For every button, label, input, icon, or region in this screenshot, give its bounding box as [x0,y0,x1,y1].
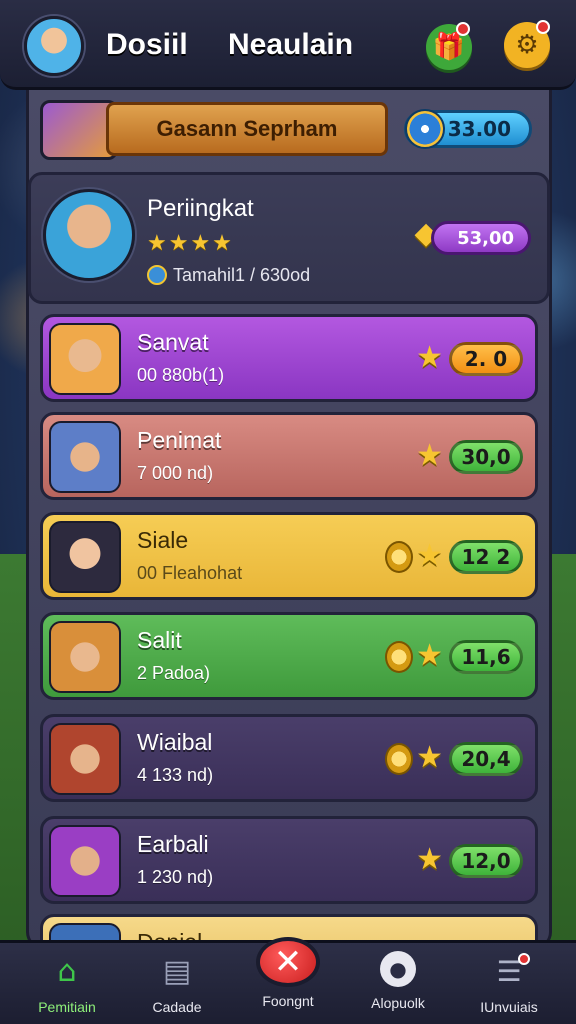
list-item[interactable]: Wiaibal 4 133 nd) ★ 20,4 [40,714,538,802]
profile-icon: ● [380,951,416,987]
row-value: 20,4 [449,742,523,776]
list-item[interactable]: Sanvat 00 880b(1) ★ 2. 0 [40,314,538,402]
row-name: Wiaibal [137,729,213,755]
star-icon: ★ [416,438,443,473]
row-subtitle: 00 Fleahohat [137,563,243,583]
player-avatar [43,189,135,281]
notification-dot [536,20,550,34]
row-name: Penimat [137,427,222,453]
row-value: 12,0 [449,844,523,878]
user-avatar[interactable] [24,16,84,76]
row-name: Siale [137,527,189,553]
gift-button[interactable]: 🎁 [426,22,472,70]
coin-icon [385,743,413,775]
row-name: Sanvat [137,329,209,355]
list-item[interactable]: Salit 2 Padoa) ★ 11,6 [40,612,538,700]
list-item[interactable]: Penimat 7 000 nd) ★ 30,0 [40,412,538,500]
row-avatar [49,621,121,693]
row-subtitle: 7 000 nd) [137,463,214,483]
star-icon: ★ [416,842,443,877]
nav-profile-label: Alopuolk [371,995,425,1011]
gift-icon: 🎁 [432,32,466,62]
coin-icon [385,541,413,573]
nav-cards[interactable]: ▤ Cadade [122,951,232,1023]
row-value: 12 2 [449,540,523,574]
row-avatar [49,521,121,593]
notification-dot [456,22,470,36]
event-header: Gasann Seprham 33.00 [40,100,540,160]
player-stars: ★★★★ [147,231,234,256]
player-score: 53,00 [431,221,531,255]
row-value: 2. 0 [449,342,523,376]
nav-home[interactable]: ⌂ Pemitiain [12,951,122,1023]
row-name: Salit [137,627,182,653]
star-icon: ★ [416,340,443,375]
nav-center-label: Foongnt [262,993,314,1009]
player-subtitle: Tamahil1 / 630od [147,265,310,286]
list-item[interactable]: Siale 00 Fleahohat ★ 12 2 [40,512,538,600]
gem-icon [405,109,445,149]
row-subtitle: 2 Padoa) [137,663,211,683]
nav-cards-label: Cadade [152,999,202,1015]
badge-icon [147,265,167,285]
cards-icon: ▤ [162,953,192,989]
row-subtitle: 1 230 nd) [137,867,214,887]
star-icon: ★ [416,638,443,673]
title-right: Neaulain [228,28,354,61]
row-avatar [49,723,121,795]
nav-center[interactable]: ✕ Foongnt [233,937,343,1009]
player-card[interactable]: Periingkat ★★★★ Tamahil1 / 630od ◆ 53,00 [28,172,550,304]
player-subtitle-text: Tamahil1 / 630od [173,265,311,285]
row-value: 11,6 [449,640,523,674]
top-bar: Dosiil Neaulain 🎁 ⚙ [0,0,576,90]
title-left: Dosiil [106,28,188,61]
nav-inbox[interactable]: ☰ IUnvuiais [454,951,564,1023]
nav-profile[interactable]: ● Alopuolk [343,951,453,1023]
home-icon: ⌂ [57,953,77,989]
settings-button[interactable]: ⚙ [504,20,550,68]
list-item[interactable]: Earbali 1 230 nd) ★ 12,0 [40,816,538,904]
event-banner[interactable]: Gasann Seprham [106,102,388,156]
row-avatar [49,825,121,897]
row-avatar [49,323,121,395]
nav-inbox-label: IUnvuiais [480,999,538,1015]
gear-icon: ⚙ [515,30,539,60]
star-icon: ★ [416,538,443,573]
star-icon: ★ [416,740,443,775]
row-subtitle: 00 880b(1) [137,365,225,385]
currency-value: 33.00 [447,117,511,141]
nav-home-label: Pemitiain [38,999,96,1015]
row-subtitle: 4 133 nd) [137,765,214,785]
player-name: Periingkat [147,195,254,222]
row-value: 30,0 [449,440,523,474]
row-name: Earbali [137,831,209,857]
bottom-nav: ⌂ Pemitiain ▤ Cadade ✕ Foongnt ● Alopuol… [0,937,576,1024]
currency-pill[interactable]: 33.00 [404,109,532,149]
row-avatar [49,421,121,493]
notification-dot [518,953,530,965]
coin-icon [385,641,413,673]
close-icon: ✕ [256,937,320,987]
